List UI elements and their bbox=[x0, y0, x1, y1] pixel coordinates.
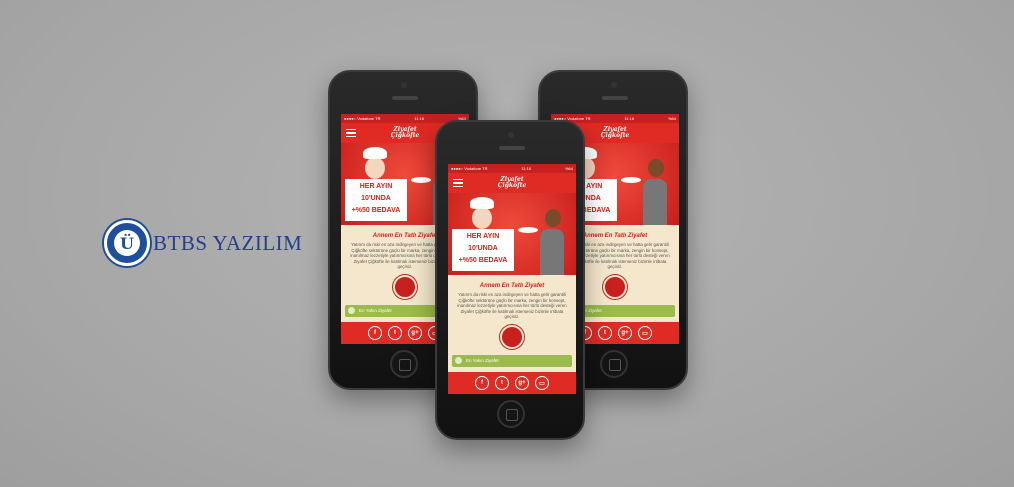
speaker bbox=[602, 96, 628, 100]
section-body: Yatırım da riski en aza indirgeyen ve ha… bbox=[457, 292, 567, 320]
section-title: Annem En Tatlı Ziyafet bbox=[479, 283, 545, 289]
emblem-icon bbox=[565, 274, 665, 299]
clock: 11:16 bbox=[521, 166, 532, 171]
food-plate-image bbox=[411, 177, 431, 183]
university-seal-icon: Ü bbox=[104, 220, 150, 266]
app-logo: Ziyafet Çiğköfte bbox=[497, 176, 527, 189]
facebook-icon[interactable]: f bbox=[368, 326, 382, 340]
app-logo: Ziyafet Çiğköfte bbox=[390, 126, 420, 139]
twitter-icon[interactable]: t bbox=[598, 326, 612, 340]
phone-center: ●●●●○ Vodafone TR 11:16 %64 Ziyafet Çiğkö… bbox=[435, 120, 585, 440]
promo-sign: HER AYIN 10'UNDA +%50 BEDAVA bbox=[345, 179, 407, 221]
woman-image bbox=[540, 209, 566, 275]
twitter-icon[interactable]: t bbox=[495, 376, 509, 390]
emblem-icon bbox=[462, 324, 562, 349]
btbs-logo: Ü BTBS YAZILIM bbox=[104, 220, 302, 266]
speaker bbox=[392, 96, 418, 100]
app-header: Ziyafet Çiğköfte bbox=[448, 173, 576, 193]
facebook-icon[interactable]: f bbox=[475, 376, 489, 390]
menu-icon[interactable] bbox=[346, 129, 356, 137]
brand-name: BTBS YAZILIM bbox=[153, 230, 303, 255]
carrier: ●●●●○ Vodafone TR bbox=[451, 166, 488, 171]
menu-icon[interactable] bbox=[453, 179, 463, 187]
battery: %64 bbox=[667, 116, 676, 121]
social-footer: f t g+ ▭ bbox=[448, 372, 576, 394]
location-icon bbox=[348, 307, 355, 315]
google-plus-icon[interactable]: g+ bbox=[408, 326, 422, 340]
promo-sign: HER AYIN 10'UNDA +%50 BEDAVA bbox=[452, 229, 514, 271]
camera bbox=[508, 132, 514, 138]
chef-image bbox=[470, 197, 494, 229]
status-bar: ●●●●○ Vodafone TR 11:16 %64 bbox=[448, 164, 576, 173]
clock: 11:16 bbox=[414, 116, 425, 121]
clock: 11:16 bbox=[624, 116, 635, 121]
message-icon[interactable]: ▭ bbox=[638, 326, 652, 340]
carrier: ●●●●○ Vodafone TR bbox=[344, 116, 381, 121]
home-button[interactable] bbox=[390, 350, 418, 378]
chef-image bbox=[363, 147, 387, 179]
home-button[interactable] bbox=[600, 350, 628, 378]
emblem-icon bbox=[355, 274, 455, 299]
camera bbox=[611, 82, 617, 88]
list-item-nearest[interactable]: En Yakın Ziyafet bbox=[452, 354, 572, 367]
woman-image bbox=[643, 159, 669, 225]
app-logo: Ziyafet Çiğköfte bbox=[600, 126, 630, 139]
speaker bbox=[499, 146, 525, 150]
location-icon bbox=[455, 357, 462, 365]
twitter-icon[interactable]: t bbox=[388, 326, 402, 340]
google-plus-icon[interactable]: g+ bbox=[618, 326, 632, 340]
camera bbox=[401, 82, 407, 88]
food-plate-image bbox=[621, 177, 641, 183]
food-plate-image bbox=[518, 227, 538, 233]
promo-banner[interactable]: HER AYIN 10'UNDA +%50 BEDAVA bbox=[448, 193, 576, 275]
home-button[interactable] bbox=[497, 400, 525, 428]
app-screen: ●●●●○ Vodafone TR 11:16 %64 Ziyafet Çiğkö… bbox=[448, 164, 576, 394]
battery: %64 bbox=[564, 166, 573, 171]
google-plus-icon[interactable]: g+ bbox=[515, 376, 529, 390]
message-icon[interactable]: ▭ bbox=[535, 376, 549, 390]
